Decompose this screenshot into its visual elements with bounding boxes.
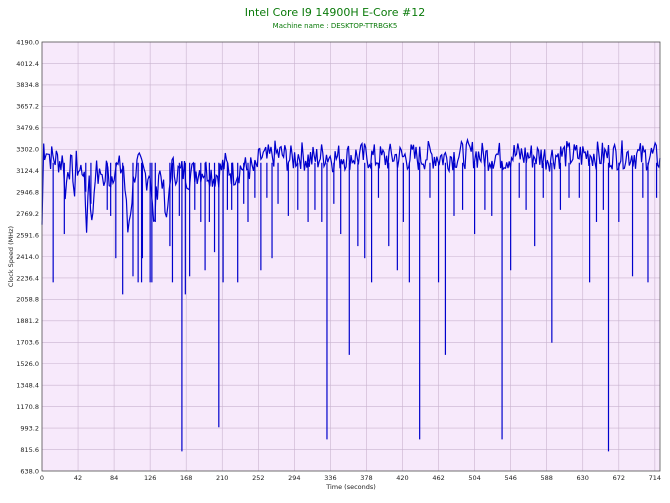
grid <box>41 41 660 472</box>
x-tick-label: 462 <box>432 474 444 482</box>
y-tick-label: 3302.0 <box>16 146 39 154</box>
x-tick-label: 336 <box>324 474 336 482</box>
y-tick-label: 3124.4 <box>16 167 39 175</box>
y-tick-label: 2236.4 <box>16 274 39 282</box>
x-tick-label: 672 <box>613 474 625 482</box>
y-tick-label: 815.6 <box>20 446 39 454</box>
x-tick-label: 252 <box>252 474 264 482</box>
x-tick-label: 630 <box>577 474 589 482</box>
x-tick-label: 546 <box>504 474 516 482</box>
y-tick-label: 638.0 <box>20 467 39 475</box>
y-tick-label: 2058.8 <box>16 296 39 304</box>
y-tick-label: 4190.0 <box>16 38 39 46</box>
x-tick-label: 420 <box>396 474 408 482</box>
y-tick-label: 1881.2 <box>16 317 39 325</box>
x-tick-label: 126 <box>144 474 156 482</box>
y-tick-label: 1526.0 <box>16 360 39 368</box>
y-tick-label: 3834.8 <box>16 81 39 89</box>
y-tick-label: 3479.6 <box>16 124 39 132</box>
y-tick-label: 4012.4 <box>16 60 39 68</box>
x-tick-label: 588 <box>540 474 552 482</box>
x-tick-label: 210 <box>216 474 228 482</box>
y-axis-title: Clock Speed (MHz) <box>7 226 15 287</box>
x-tick-label: 168 <box>180 474 192 482</box>
y-tick-label: 2414.0 <box>16 253 39 261</box>
y-tick-label: 993.2 <box>20 424 39 432</box>
x-tick-label: 42 <box>74 474 82 482</box>
y-tick-label: 1348.4 <box>16 382 39 390</box>
y-tick-label: 1170.8 <box>16 403 39 411</box>
x-tick-label: 378 <box>360 474 372 482</box>
y-tick-label: 2591.6 <box>16 231 39 239</box>
x-tick-label: 294 <box>288 474 300 482</box>
y-tick-label: 2946.8 <box>16 188 39 196</box>
y-tick-label: 1703.6 <box>16 339 39 347</box>
x-tick-label: 504 <box>468 474 480 482</box>
x-tick-label: 84 <box>110 474 118 482</box>
line-chart: 638.0 815.6 993.2 1170.8 1348.4 1526.0 1703.6 1… <box>7 38 661 491</box>
y-axis-ticks: 638.0 815.6 993.2 1170.8 1348.4 1526.0 1703.6 1… <box>16 38 39 475</box>
y-tick-label: 2769.2 <box>16 210 39 218</box>
x-axis-ticks: 0 42 84 126 168 210 252 294 336 378 420 462 504 546 58… <box>40 474 661 482</box>
x-axis-title: Time (seconds) <box>325 483 376 491</box>
y-tick-label: 3657.2 <box>16 103 39 111</box>
x-tick-label: 714 <box>649 474 661 482</box>
x-tick-label: 0 <box>40 474 44 482</box>
